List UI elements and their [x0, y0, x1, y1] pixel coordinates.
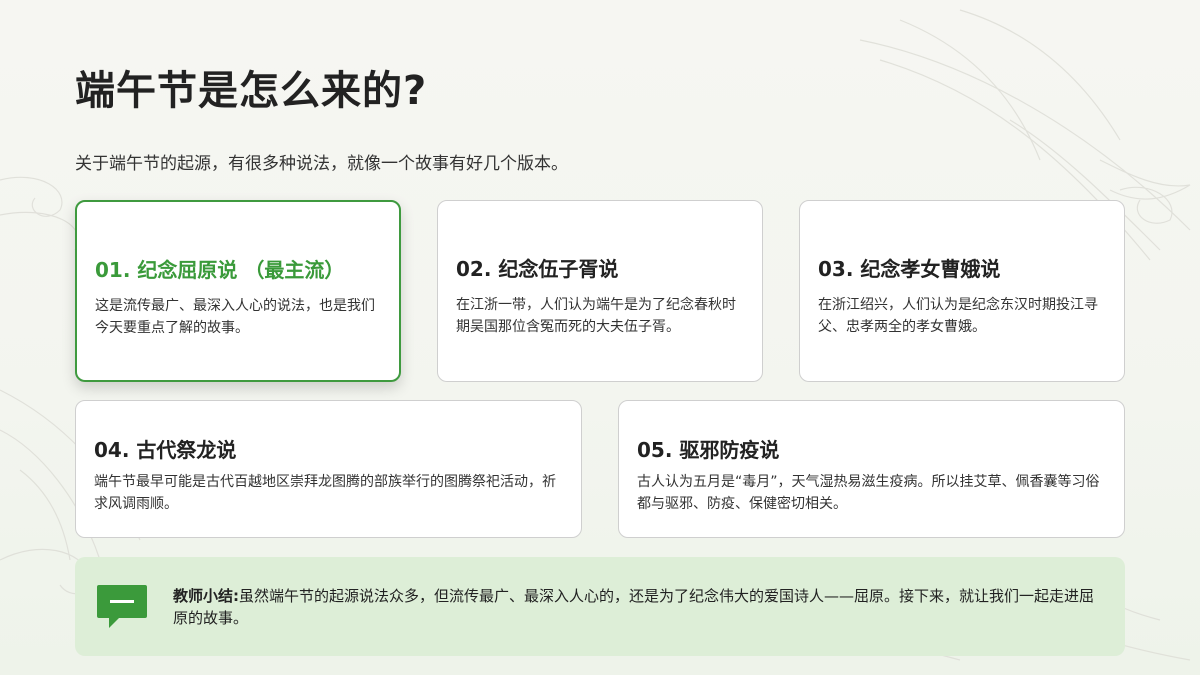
page-subtitle: 关于端午节的起源，有很多种说法，就像一个故事有好几个版本。: [75, 154, 568, 174]
card-title: 01. 纪念屈原说 （最主流）: [95, 258, 345, 282]
origin-card-dragon-worship: 04. 古代祭龙说 端午节最早可能是古代百越地区崇拜龙图腾的部族举行的图腾祭祀活…: [75, 400, 582, 538]
chat-bubble-icon: [97, 585, 147, 628]
summary-text: 教师小结:虽然端午节的起源说法众多，但流传最广、最深入人心的，还是为了纪念伟大的…: [173, 585, 1103, 629]
card-description: 在江浙一带，人们认为端午是为了纪念春秋时期吴国那位含冤而死的大夫伍子胥。: [456, 297, 736, 335]
card-title: 03. 纪念孝女曹娥说: [818, 257, 1001, 281]
card-description: 古人认为五月是“毒月”，天气湿热易滋生疫病。所以挂艾草、佩香囊等习俗都与驱邪、防…: [637, 474, 1100, 512]
summary-label: 教师小结:: [173, 587, 239, 605]
teacher-summary-box: 教师小结:虽然端午节的起源说法众多，但流传最广、最深入人心的，还是为了纪念伟大的…: [75, 557, 1125, 656]
card-title: 04. 古代祭龙说: [94, 438, 237, 462]
origin-card-qu-yuan: 01. 纪念屈原说 （最主流） 这是流传最广、最深入人心的说法，也是我们今天要重…: [75, 200, 401, 382]
origin-card-ward-off-evil: 05. 驱邪防疫说 古人认为五月是“毒月”，天气湿热易滋生疫病。所以挂艾草、佩香…: [618, 400, 1125, 538]
card-title: 05. 驱邪防疫说: [637, 438, 780, 462]
page-title: 端午节是怎么来的?: [75, 68, 428, 114]
origin-card-cao-e: 03. 纪念孝女曹娥说 在浙江绍兴，人们认为是纪念东汉时期投江寻父、忠孝两全的孝…: [799, 200, 1125, 382]
card-description: 端午节最早可能是古代百越地区崇拜龙图腾的部族举行的图腾祭祀活动，祈求风调雨顺。: [94, 474, 556, 512]
summary-body: 虽然端午节的起源说法众多，但流传最广、最深入人心的，还是为了纪念伟大的爱国诗人—…: [173, 587, 1095, 627]
card-description: 这是流传最广、最深入人心的说法，也是我们今天要重点了解的故事。: [95, 298, 375, 336]
card-description: 在浙江绍兴，人们认为是纪念东汉时期投江寻父、忠孝两全的孝女曹娥。: [818, 297, 1098, 335]
card-title: 02. 纪念伍子胥说: [456, 257, 619, 281]
origin-card-wu-zixu: 02. 纪念伍子胥说 在江浙一带，人们认为端午是为了纪念春秋时期吴国那位含冤而死…: [437, 200, 763, 382]
